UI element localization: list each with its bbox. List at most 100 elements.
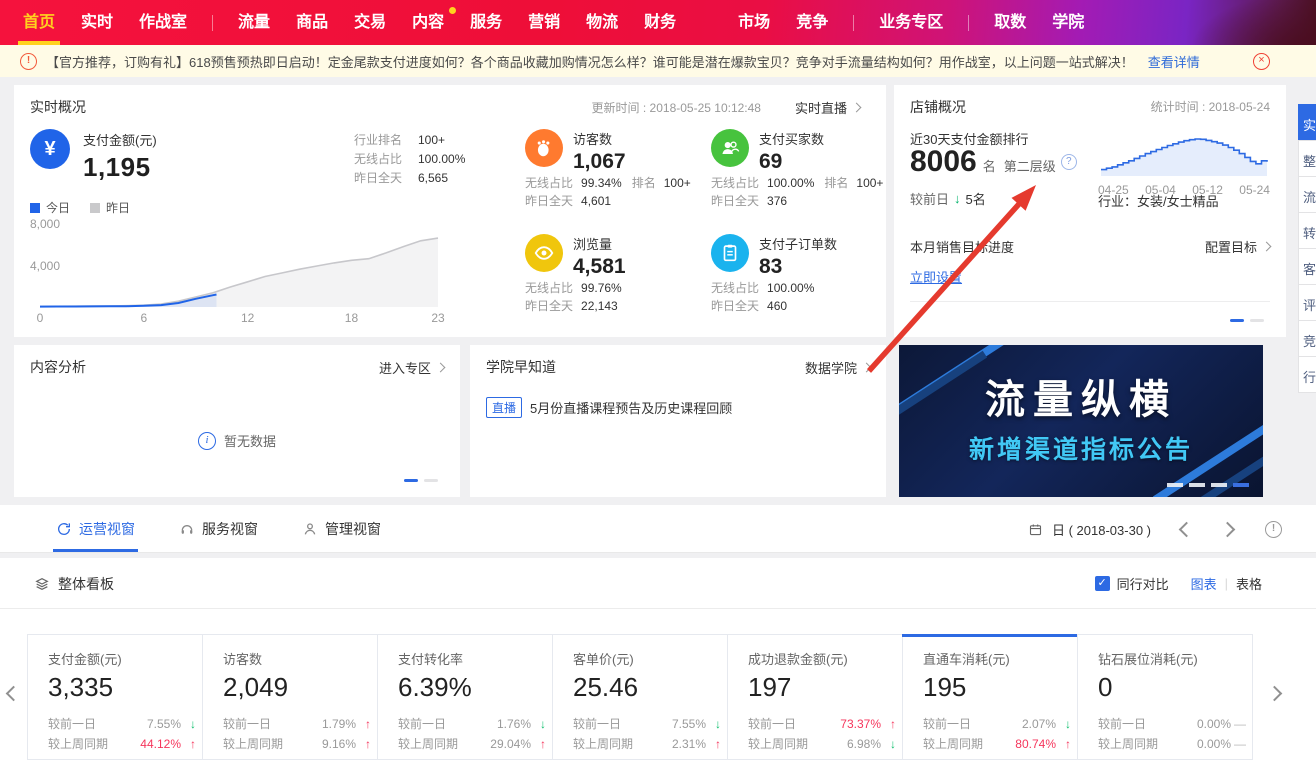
- tab-管理视窗[interactable]: 管理视窗: [302, 505, 381, 552]
- table-view-toggle[interactable]: 表格: [1236, 574, 1262, 593]
- notification-dot-icon: [449, 7, 456, 14]
- chart-view-toggle[interactable]: 图表: [1191, 574, 1217, 593]
- arrow-up-icon: ↑: [356, 714, 371, 734]
- banner-pagination-dot[interactable]: [1167, 483, 1183, 487]
- arrow-down-icon: ↓: [954, 191, 961, 206]
- banner-pagination-dot[interactable]: [1189, 483, 1205, 487]
- nav-item-流量[interactable]: 流量: [225, 0, 283, 45]
- setup-now-link[interactable]: 立即设置: [910, 267, 962, 286]
- nav-item-财务[interactable]: 财务: [631, 0, 689, 45]
- question-icon[interactable]: ?: [1061, 154, 1077, 170]
- notice-detail-link[interactable]: 查看详情: [1148, 52, 1200, 71]
- calendar-icon[interactable]: [1028, 522, 1043, 537]
- tab-运营视窗[interactable]: 运营视窗: [56, 505, 135, 552]
- nav-item-竞争[interactable]: 竞争: [783, 0, 841, 45]
- next-date-chevron[interactable]: [1220, 521, 1236, 537]
- metric-card-客单价(元)[interactable]: 客单价(元)25.46较前一日7.55%↓较上周同期2.31%↑: [552, 634, 728, 760]
- side-tab-行[interactable]: 行: [1298, 356, 1316, 393]
- nav-item-业务专区[interactable]: 业务专区: [866, 0, 956, 45]
- nav-item-取数[interactable]: 取数: [981, 0, 1039, 45]
- nav-item-服务[interactable]: 服务: [457, 0, 515, 45]
- side-tab-评[interactable]: 评: [1298, 284, 1316, 321]
- card-compare-rows: 较前一日1.79%↑较上周同期9.16%↑: [223, 714, 371, 754]
- live-link[interactable]: 实时直播: [795, 98, 860, 117]
- shop-level: 第二层级: [1004, 156, 1056, 175]
- compare-row: 较前一日1.76%↓: [398, 714, 546, 734]
- side-anchor-tabs: 实整流转客评竞行: [1298, 105, 1316, 393]
- info-icon[interactable]: !: [1265, 521, 1282, 538]
- kanban-title: 整体看板: [34, 574, 114, 594]
- metric-card-支付金额(元)[interactable]: 支付金额(元)3,335较前一日7.55%↓较上周同期44.12%↑: [27, 634, 203, 760]
- side-tab-流[interactable]: 流: [1298, 176, 1316, 213]
- compare-value: 2.07%: [1022, 714, 1056, 734]
- x-tick: 05-24: [1239, 183, 1270, 197]
- card-value: 2,049: [223, 672, 377, 703]
- tab-服务视窗[interactable]: 服务视窗: [179, 505, 258, 552]
- nav-item-商品[interactable]: 商品: [283, 0, 341, 45]
- metric-card-钻石展位消耗(元)[interactable]: 钻石展位消耗(元)0较前一日0.00%—较上周同期0.00%—: [1077, 634, 1253, 760]
- side-tab-实[interactable]: 实: [1298, 104, 1316, 141]
- management-icon: [302, 521, 318, 537]
- metric-card-访客数[interactable]: 访客数2,049较前一日1.79%↑较上周同期9.16%↑: [202, 634, 378, 760]
- notice-bar: ! 【官方推荐，订购有礼】618预售预热即日启动！定金尾款支付进度如何？各个商品…: [0, 45, 1316, 77]
- compare-value: 0.00%: [1197, 734, 1231, 754]
- live-badge: 直播: [486, 397, 522, 418]
- nav-item-交易[interactable]: 交易: [341, 0, 399, 45]
- configure-goal-link[interactable]: 配置目标: [1205, 237, 1270, 256]
- close-icon[interactable]: ×: [1253, 53, 1270, 70]
- compare-value: 44.12%: [140, 734, 181, 754]
- prev-date-chevron[interactable]: [1179, 521, 1195, 537]
- metric-head: 访客数1,067: [525, 129, 711, 174]
- nav-item-实时[interactable]: 实时: [68, 0, 126, 45]
- banner-pagination-dot[interactable]: [1211, 483, 1227, 487]
- chevron-right-icon: [436, 363, 446, 373]
- compare-label: 较上周同期: [223, 734, 283, 754]
- scroll-right-chevron[interactable]: [1267, 686, 1283, 702]
- banner-title: 流量纵横: [899, 367, 1263, 425]
- card-compare-rows: 较前一日7.55%↓较上周同期44.12%↑: [48, 714, 196, 754]
- side-tab-整[interactable]: 整: [1298, 140, 1316, 177]
- nav-item-物流[interactable]: 物流: [573, 0, 631, 45]
- compare-label: 较前一日: [573, 714, 621, 734]
- arrow-up-icon: ↑: [1056, 734, 1071, 754]
- pagination-dot[interactable]: [1250, 319, 1264, 322]
- metric-card-成功退款金额(元)[interactable]: 成功退款金额(元)197较前一日73.37%↑较上周同期6.98%↓: [727, 634, 903, 760]
- course-item[interactable]: 直播 5月份直播课程预告及历史课程回顾: [486, 397, 732, 418]
- side-tab-转[interactable]: 转: [1298, 212, 1316, 249]
- metric-card-直通车消耗(元)[interactable]: 直通车消耗(元)195较前一日2.07%↓较上周同期80.74%↑: [902, 634, 1078, 760]
- stat-label: 昨日全天: [525, 299, 573, 313]
- card-value: 197: [748, 672, 902, 703]
- stat-label: 无线占比: [711, 281, 759, 295]
- banner-pagination-dot[interactable]: [1233, 483, 1249, 487]
- pagination-dot[interactable]: [424, 479, 438, 482]
- pagination-dot[interactable]: [404, 479, 418, 482]
- metric-text: 支付买家数69: [759, 129, 824, 174]
- layers-icon: [34, 576, 50, 592]
- legend-swatch-today: [30, 203, 40, 213]
- side-tab-客[interactable]: 客: [1298, 248, 1316, 285]
- metric-card-支付转化率[interactable]: 支付转化率6.39%较前一日1.76%↓较上周同期29.04%↑: [377, 634, 553, 760]
- live-link-label: 实时直播: [795, 98, 847, 117]
- compare-value: 6.98%: [847, 734, 881, 754]
- compare-checkbox[interactable]: ✓: [1095, 576, 1110, 591]
- nav-item-首页[interactable]: 首页: [10, 0, 68, 45]
- nav-item-内容[interactable]: 内容: [399, 0, 457, 45]
- stat-value: 376: [767, 194, 787, 208]
- date-label[interactable]: 日 ( 2018-03-30 ): [1052, 520, 1151, 539]
- promo-banner[interactable]: 流量纵横 新增渠道指标公告: [899, 345, 1263, 497]
- nav-item-市场[interactable]: 市场: [725, 0, 783, 45]
- nav-item-作战室[interactable]: 作战室: [126, 0, 200, 45]
- nav-item-学院[interactable]: 学院: [1039, 0, 1097, 45]
- data-academy-link[interactable]: 数据学院: [805, 358, 870, 377]
- enter-zone-label: 进入专区: [379, 358, 431, 377]
- nav-item-营销[interactable]: 营销: [515, 0, 573, 45]
- compare-label: 同行对比: [1117, 574, 1169, 593]
- stat-label: 无线占比: [525, 176, 573, 190]
- nav-item-label: 学院: [1052, 14, 1084, 31]
- enter-zone-link[interactable]: 进入专区: [379, 358, 444, 377]
- tab-label: 运营视窗: [79, 519, 135, 539]
- pagination-dot[interactable]: [1230, 319, 1244, 322]
- stat-value: 99.76%: [581, 281, 622, 295]
- scroll-left-chevron[interactable]: [6, 686, 22, 702]
- side-tab-竞[interactable]: 竞: [1298, 320, 1316, 357]
